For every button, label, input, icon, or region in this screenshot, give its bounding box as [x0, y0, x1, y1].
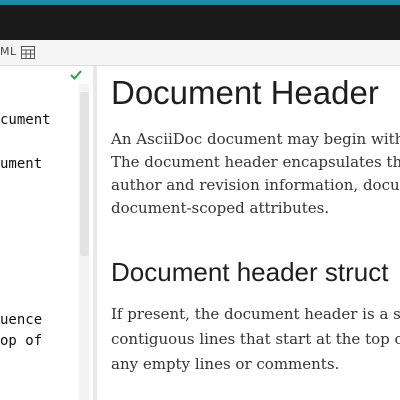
code-line[interactable]: uence: [0, 311, 42, 329]
paragraph-line: author and revision information, docu: [111, 176, 400, 194]
paragraph-line: If present, the document header is a se: [111, 305, 400, 323]
code-line[interactable]: op of: [0, 332, 42, 350]
code-line[interactable]: cument: [0, 111, 51, 129]
format-label[interactable]: ML: [0, 45, 17, 58]
app-title-bar: [0, 0, 400, 40]
paragraph-line: any empty lines or comments.: [111, 355, 340, 373]
paragraph-line: document-scoped attributes.: [111, 199, 330, 217]
preview-subheading: Document header struct: [111, 257, 389, 287]
code-line[interactable]: ument: [0, 155, 42, 173]
source-editor[interactable]: cument ument uence op of: [0, 66, 93, 400]
paragraph-line: An AsciiDoc document may begin with: [111, 130, 400, 148]
editor-scroll-thumb[interactable]: [80, 92, 89, 256]
preview-pane: Document Header An AsciiDoc document may…: [97, 66, 400, 400]
paragraph-line: contiguous lines that start at the top o…: [111, 330, 400, 348]
table-icon[interactable]: [21, 46, 35, 59]
preview-heading: Document Header: [111, 74, 379, 111]
paragraph-line: The document header encapsulates th: [111, 153, 400, 171]
accent-strip: [0, 0, 400, 5]
editor-toolbar: ML: [0, 40, 400, 66]
check-icon: [70, 70, 82, 80]
